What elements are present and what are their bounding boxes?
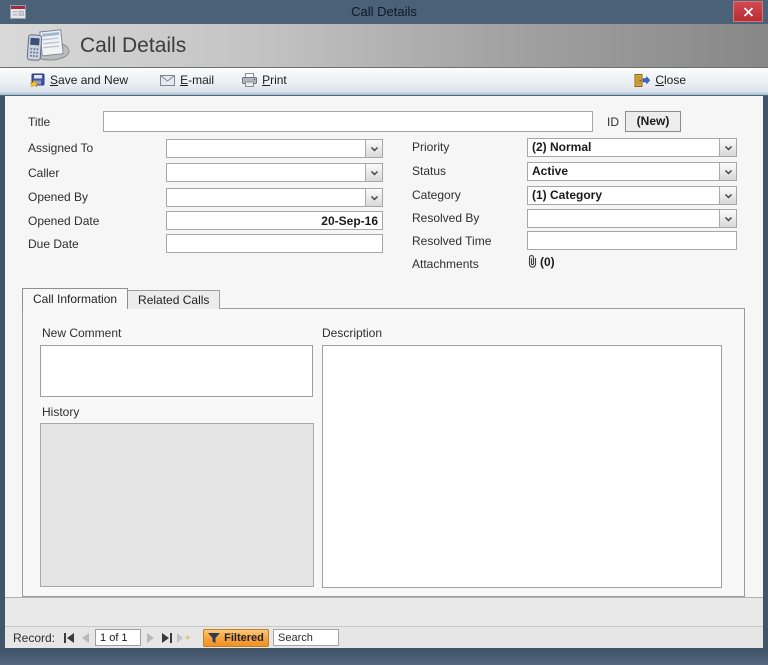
status-combobox[interactable]: Active: [527, 162, 737, 181]
print-button[interactable]: Print: [236, 69, 293, 91]
next-record-button[interactable]: [143, 630, 159, 646]
chevron-down-icon: [370, 170, 378, 176]
attachments-count: (0): [540, 254, 555, 269]
category-combobox[interactable]: (1) Category: [527, 186, 737, 205]
record-navigation-bar: Record: Filtered: [5, 626, 763, 648]
filtered-label: Filtered: [224, 631, 264, 644]
resolved-time-input[interactable]: [527, 231, 737, 250]
record-search-input[interactable]: [273, 629, 340, 646]
tab-related-calls[interactable]: Related Calls: [128, 290, 221, 309]
assigned-to-dropdown-button[interactable]: [365, 140, 382, 157]
description-label: Description: [322, 326, 383, 340]
chevron-down-icon: [370, 195, 378, 201]
first-record-icon: [64, 632, 75, 643]
new-record-button[interactable]: [175, 630, 191, 646]
due-date-label: Due Date: [28, 237, 79, 251]
window-bottom-border: [0, 648, 768, 665]
email-label: E-mail: [180, 73, 215, 87]
id-value: (New): [625, 111, 681, 132]
next-record-icon: [147, 632, 155, 643]
email-envelope-icon: [160, 74, 176, 86]
description-textarea[interactable]: [322, 345, 722, 588]
opened-by-dropdown-button[interactable]: [365, 189, 382, 206]
opened-by-label: Opened By: [28, 190, 89, 204]
funnel-icon: [208, 632, 221, 643]
call-details-window: Call Details Call Details Save and New E…: [0, 0, 768, 665]
save-icon: [30, 73, 45, 87]
opened-by-combobox[interactable]: [166, 188, 383, 207]
resolved-by-label: Resolved By: [412, 211, 480, 225]
titlebar[interactable]: Call Details: [0, 0, 768, 24]
record-label: Record:: [13, 630, 56, 645]
caller-label: Caller: [28, 166, 60, 180]
chevron-down-icon: [370, 146, 378, 152]
tab-strip: Call Information Related Calls: [22, 288, 221, 309]
priority-dropdown-button[interactable]: [719, 139, 736, 156]
status-label: Status: [412, 164, 447, 178]
previous-record-icon: [82, 632, 90, 643]
window-title: Call Details: [351, 4, 417, 19]
save-and-new-button[interactable]: Save and New: [24, 69, 134, 91]
last-record-button[interactable]: [159, 630, 175, 646]
window-close-button[interactable]: [733, 1, 763, 22]
close-form-button[interactable]: Close: [628, 69, 692, 91]
title-input[interactable]: [103, 111, 593, 132]
category-label: Category: [412, 188, 461, 202]
email-button[interactable]: E-mail: [154, 69, 220, 91]
id-label: ID: [607, 115, 619, 129]
priority-combobox[interactable]: (2) Normal: [527, 138, 737, 157]
new-record-icon: [176, 632, 191, 643]
caller-dropdown-button[interactable]: [365, 164, 382, 181]
close-label: Close: [655, 73, 686, 87]
last-record-icon: [162, 632, 173, 643]
form-header: Call Details: [0, 24, 768, 68]
printer-icon: [242, 73, 258, 87]
resolved-by-combobox[interactable]: [527, 209, 737, 228]
chevron-down-icon: [724, 216, 732, 222]
record-position[interactable]: [95, 629, 142, 646]
title-label: Title: [28, 115, 51, 129]
priority-label: Priority: [412, 140, 450, 154]
due-date-input[interactable]: [166, 234, 383, 253]
paperclip-icon: [528, 255, 537, 268]
new-comment-label: New Comment: [42, 326, 122, 340]
resolved-by-dropdown-button[interactable]: [719, 210, 736, 227]
print-label: Print: [262, 73, 287, 87]
form-title: Call Details: [80, 34, 187, 57]
attachments-label: Attachments: [412, 257, 479, 271]
save-and-new-label: Save and New: [50, 73, 129, 87]
caller-combobox[interactable]: [166, 163, 383, 182]
previous-record-button[interactable]: [77, 630, 93, 646]
history-textarea[interactable]: [40, 423, 314, 587]
category-dropdown-button[interactable]: [719, 187, 736, 204]
chevron-down-icon: [724, 169, 732, 175]
new-comment-textarea[interactable]: [40, 345, 313, 397]
call-details-phone-icon: [24, 29, 72, 63]
resolved-time-label: Resolved Time: [412, 234, 492, 248]
opened-date-input[interactable]: [166, 211, 383, 230]
exit-door-icon: [634, 73, 651, 87]
tab-call-information[interactable]: Call Information: [22, 288, 129, 309]
filter-toggle-button[interactable]: Filtered: [203, 628, 270, 647]
toolbar: Save and New E-mail Print Close: [0, 68, 768, 92]
attachments-field[interactable]: (0): [527, 254, 555, 269]
chevron-down-icon: [724, 145, 732, 151]
assigned-to-combobox[interactable]: [166, 139, 383, 158]
chevron-down-icon: [724, 193, 732, 199]
assigned-to-label: Assigned To: [28, 141, 94, 155]
first-record-button[interactable]: [61, 630, 77, 646]
opened-date-label: Opened Date: [28, 214, 100, 228]
status-dropdown-button[interactable]: [719, 163, 736, 180]
close-x-icon: [743, 6, 753, 17]
history-label: History: [42, 405, 80, 419]
